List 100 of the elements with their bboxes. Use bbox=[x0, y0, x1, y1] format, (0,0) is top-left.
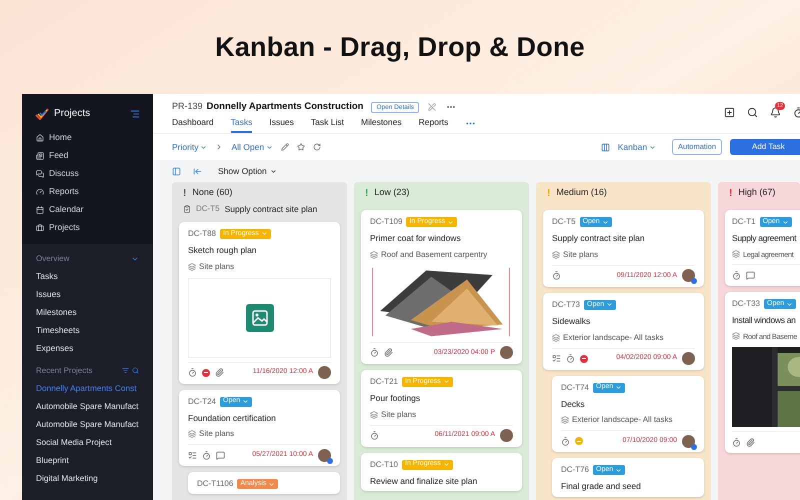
nav-item[interactable]: Issues bbox=[36, 288, 139, 301]
show-option-dropdown[interactable]: Show Option bbox=[218, 164, 277, 178]
nav-item[interactable]: Expenses bbox=[36, 342, 139, 355]
collapse-icon[interactable] bbox=[193, 166, 202, 176]
task-title[interactable]: Install windows an bbox=[732, 314, 796, 327]
recent-project[interactable]: Donnelly Apartments Const bbox=[36, 382, 139, 395]
task-title[interactable]: Primer coat for windows bbox=[370, 232, 461, 245]
priority-mark: ! bbox=[547, 186, 550, 200]
task-title[interactable]: Pour footings bbox=[370, 392, 420, 404]
badge-icon bbox=[691, 278, 697, 284]
nav-item[interactable]: Projects bbox=[49, 221, 80, 234]
nav-item[interactable]: Home bbox=[49, 131, 72, 144]
timer-icon bbox=[732, 270, 741, 280]
task-id: DC-T10 bbox=[370, 458, 398, 470]
task-list-icon bbox=[370, 250, 378, 259]
caret-icon bbox=[200, 144, 208, 150]
nav-item[interactable]: Reports bbox=[49, 185, 79, 198]
task-list-icon bbox=[552, 334, 560, 342]
caret-icon bbox=[649, 144, 656, 150]
task-title[interactable]: Sidewalks bbox=[552, 314, 590, 328]
task-list-name: Exterior landscape- All tasks bbox=[563, 332, 664, 344]
caret-icon bbox=[606, 301, 614, 308]
caret-icon bbox=[615, 384, 622, 391]
task-list-icon bbox=[732, 250, 740, 258]
task-title[interactable]: Supply contract site plan bbox=[552, 232, 645, 245]
nav-item[interactable]: Tasks bbox=[36, 270, 139, 283]
task-list-name: Site plans bbox=[563, 248, 598, 261]
task-title[interactable]: Foundation certification bbox=[188, 412, 276, 424]
task-list-name: Roof and Basement carpentry bbox=[381, 248, 488, 261]
column-title: Low (23) bbox=[374, 186, 410, 200]
comment-icon bbox=[746, 270, 755, 280]
tab[interactable]: Dashboard bbox=[172, 116, 214, 133]
panel-icon[interactable] bbox=[172, 166, 181, 176]
timer-icon bbox=[732, 438, 741, 446]
task-id: DC-T76 bbox=[561, 464, 590, 476]
task-title[interactable]: Supply agreement bbox=[732, 232, 796, 245]
bell-icon[interactable] bbox=[770, 106, 781, 118]
timer-icon bbox=[561, 436, 570, 446]
parent-task-title[interactable]: Supply contract site plan bbox=[224, 203, 318, 216]
tab[interactable]: Issues bbox=[269, 116, 294, 133]
caret-icon bbox=[786, 300, 794, 308]
add-task-button[interactable]: Add Task bbox=[730, 139, 800, 155]
layout-dropdown[interactable]: Kanban bbox=[618, 140, 656, 154]
priority-dropdown[interactable]: Priority bbox=[172, 140, 208, 154]
pen-icon[interactable] bbox=[428, 103, 436, 111]
priority-mark: ! bbox=[183, 186, 186, 200]
task-title[interactable]: Decks bbox=[561, 398, 585, 410]
timer-icon bbox=[566, 354, 575, 363]
search-icon[interactable] bbox=[747, 106, 758, 118]
tab[interactable]: Tasks bbox=[230, 116, 252, 133]
recent-project[interactable]: Blueprint bbox=[36, 454, 139, 467]
parent-task-icon bbox=[183, 205, 191, 214]
nav-item[interactable]: Calendar bbox=[49, 203, 84, 216]
task-id: DC-T24 bbox=[188, 396, 216, 408]
refresh-icon[interactable] bbox=[313, 143, 322, 151]
timer-icon bbox=[552, 271, 561, 280]
project-code: PR-139 bbox=[172, 100, 203, 114]
nav-item[interactable]: Discuss bbox=[49, 167, 79, 180]
task-title[interactable]: Sketch rough plan bbox=[188, 244, 257, 256]
edit-icon[interactable] bbox=[281, 143, 290, 151]
add-icon[interactable] bbox=[724, 106, 735, 118]
star-icon[interactable] bbox=[297, 143, 306, 151]
caret-icon bbox=[270, 168, 277, 174]
caret-icon bbox=[242, 398, 250, 405]
recent-project[interactable]: Automobile Spare Manufact bbox=[36, 418, 139, 431]
menu-icon[interactable] bbox=[130, 108, 140, 118]
recent-project[interactable]: Digital Marketing bbox=[36, 472, 139, 485]
nav-item[interactable]: Feed bbox=[49, 149, 68, 162]
tab[interactable]: Reports bbox=[418, 116, 448, 133]
caret-icon bbox=[268, 480, 276, 488]
task-list-icon bbox=[188, 430, 196, 438]
caret-icon bbox=[442, 461, 450, 468]
nav-item[interactable]: Timesheets bbox=[36, 324, 139, 337]
task-list-name: Site plans bbox=[199, 428, 234, 440]
tab[interactable]: Milestones bbox=[360, 116, 402, 133]
paperclip-icon bbox=[746, 438, 755, 446]
nav-item[interactable]: Milestones bbox=[36, 306, 139, 319]
column-title: None (60) bbox=[192, 186, 232, 200]
calendar-icon bbox=[36, 206, 44, 214]
list-icon[interactable] bbox=[122, 367, 129, 374]
priority-mark: ! bbox=[729, 186, 732, 200]
checklist-icon bbox=[552, 354, 561, 363]
kanban-icon bbox=[600, 142, 610, 152]
badge-icon bbox=[327, 458, 333, 464]
recent-project[interactable]: Automobile Spare Manufact bbox=[36, 400, 139, 413]
task-id: DC-T74 bbox=[561, 382, 590, 394]
view-dropdown[interactable]: All Open bbox=[231, 140, 274, 154]
task-list-name: Site plans bbox=[381, 408, 416, 420]
comment-icon bbox=[216, 450, 225, 460]
task-title[interactable]: Final grade and seed bbox=[561, 480, 641, 493]
home-icon bbox=[36, 134, 44, 142]
tab[interactable]: Task List bbox=[310, 116, 344, 133]
caret-icon bbox=[615, 466, 622, 474]
task-list-icon bbox=[188, 262, 196, 270]
pause-icon bbox=[575, 437, 583, 446]
recent-project[interactable]: Social Media Project bbox=[36, 436, 139, 449]
task-id: DC-T5 bbox=[552, 216, 576, 228]
app-title: Projects bbox=[54, 107, 92, 121]
task-list-name: Site plans bbox=[199, 260, 234, 272]
task-title[interactable]: Review and finalize site plan bbox=[370, 474, 478, 488]
